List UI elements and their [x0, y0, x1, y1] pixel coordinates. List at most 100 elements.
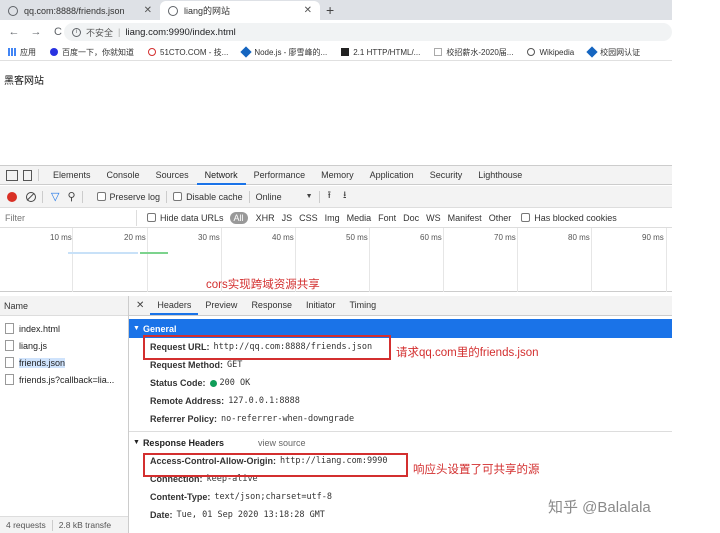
header-row-referrer-policy: Referrer Policy: no-referrer-when-downgra… — [150, 414, 355, 424]
type-filter-manifest[interactable]: Manifest — [448, 213, 482, 223]
filter-icon[interactable]: ▽ — [51, 190, 59, 203]
transfer-size: 2.8 kB transfe — [58, 520, 112, 530]
tab-sources[interactable]: Sources — [148, 166, 197, 185]
type-filter-css[interactable]: CSS — [299, 213, 318, 223]
address-bar[interactable]: i 不安全 | liang.com:9990/index.html — [64, 23, 672, 41]
divider — [38, 169, 39, 181]
back-button[interactable]: ← — [6, 26, 22, 38]
tab-console[interactable]: Console — [99, 166, 148, 185]
type-filter-all[interactable]: All — [229, 211, 248, 224]
export-icon[interactable]: ⭳ — [343, 188, 347, 205]
bookmark-salary[interactable]: 校招薪水-2020届... — [434, 47, 513, 58]
bookmark-apps[interactable]: 应用 — [8, 47, 36, 58]
tab-lighthouse[interactable]: Lighthouse — [470, 166, 530, 185]
checkbox-icon — [173, 192, 183, 201]
type-filter-font[interactable]: Font — [378, 213, 396, 223]
type-filter-media[interactable]: Media — [347, 213, 372, 223]
acao-highlight-box — [143, 453, 408, 477]
timeline-tick-label: 80 ms — [568, 233, 590, 242]
browser-tab-liang[interactable]: liang的网站 ✕ — [160, 1, 320, 20]
inspect-icon[interactable] — [6, 169, 18, 181]
close-tab-icon[interactable]: ✕ — [144, 5, 152, 16]
bookmark-wikipedia[interactable]: Wikipedia — [527, 48, 574, 57]
request-row[interactable]: liang.js — [0, 337, 128, 354]
throttle-select[interactable]: Online ▼ — [256, 192, 313, 202]
request-row[interactable]: friends.js?callback=lia... — [0, 371, 128, 388]
request-count: 4 requests — [6, 520, 46, 530]
name-column-header[interactable]: Name — [0, 296, 128, 316]
divider — [318, 190, 320, 203]
forward-button[interactable]: → — [28, 26, 44, 38]
globe-icon — [8, 5, 18, 16]
close-tab-icon[interactable]: ✕ — [304, 5, 312, 16]
info-icon[interactable]: i — [72, 27, 81, 37]
browser-tab-title: qq.com:8888/friends.json — [24, 5, 125, 16]
new-tab-button[interactable]: + — [326, 2, 334, 18]
tab-memory[interactable]: Memory — [313, 166, 362, 185]
request-list: Name index.html liang.js friends.json fr… — [0, 296, 129, 533]
tab-preview[interactable]: Preview — [198, 296, 244, 315]
bookmark-51cto[interactable]: 51CTO.COM - 技... — [148, 47, 228, 58]
tab-application[interactable]: Application — [362, 166, 422, 185]
disable-cache-checkbox[interactable]: Disable cache — [173, 192, 243, 202]
tab-network[interactable]: Network — [196, 166, 246, 185]
bookmark-baidu[interactable]: 百度一下，你就知道 — [50, 47, 134, 58]
triangle-down-icon: ▼ — [133, 439, 140, 446]
bookmark-nodejs[interactable]: Node.js - 廖雪峰的... — [240, 46, 327, 58]
filter-input[interactable] — [3, 209, 137, 226]
bookmarks-bar: 应用 百度一下，你就知道 51CTO.COM - 技... Node.js - … — [0, 44, 672, 61]
browser-toolbar: ← → C i 不安全 | liang.com:9990/index.html — [0, 20, 672, 44]
header-row-remote-address: Remote Address: 127.0.0.1:8888 — [150, 396, 300, 406]
tab-security[interactable]: Security — [422, 166, 471, 185]
tab-initiator[interactable]: Initiator — [299, 296, 343, 315]
bookmark-http[interactable]: 2.1 HTTP/HTML/... — [341, 48, 420, 57]
timeline-gridline — [72, 228, 73, 292]
bookmark-campus[interactable]: 校园网认证 — [586, 46, 640, 58]
chevron-down-icon: ▼ — [305, 193, 313, 200]
record-icon[interactable] — [7, 191, 17, 202]
tab-timing[interactable]: Timing — [342, 296, 383, 315]
blocked-cookies-checkbox[interactable]: Has blocked cookies — [521, 213, 617, 223]
view-source-link[interactable]: view source — [258, 438, 306, 448]
type-filter-xhr[interactable]: XHR — [256, 213, 275, 223]
network-filter-bar: Hide data URLs All XHR JS CSS Img Media … — [0, 208, 672, 228]
type-filter-img[interactable]: Img — [325, 213, 340, 223]
hide-data-urls-checkbox[interactable]: Hide data URLs — [147, 213, 224, 223]
request-url-highlight-box — [143, 335, 391, 360]
close-icon[interactable]: ✕ — [136, 300, 144, 311]
timeline-tick-label: 30 ms — [198, 233, 220, 242]
network-timeline-overview[interactable]: 10 ms 20 ms 30 ms 40 ms 50 ms 60 ms 70 m… — [0, 228, 672, 292]
timeline-tick-label: 10 ms — [50, 233, 72, 242]
timeline-tick-label: 70 ms — [494, 233, 516, 242]
type-filter-ws[interactable]: WS — [426, 213, 441, 223]
type-filter-doc[interactable]: Doc — [403, 213, 419, 223]
response-headers-section-header[interactable]: ▼ Response Headers view source — [129, 433, 672, 452]
tab-performance[interactable]: Performance — [246, 166, 314, 185]
divider — [248, 190, 250, 203]
request-row[interactable]: index.html — [0, 320, 128, 337]
header-row-status-code: Status Code: 200 OK — [150, 378, 251, 388]
timeline-tick-label: 60 ms — [420, 233, 442, 242]
timeline-tick-label: 90 ms — [642, 233, 664, 242]
tab-elements[interactable]: Elements — [45, 166, 99, 185]
clear-icon[interactable] — [26, 191, 36, 202]
search-icon[interactable]: ⚲ — [67, 190, 75, 203]
divider — [81, 190, 83, 203]
type-filter-js[interactable]: JS — [282, 213, 293, 223]
timeline-gridline — [443, 228, 444, 292]
wikipedia-icon — [527, 48, 536, 56]
divider — [129, 431, 672, 432]
timeline-request-bar — [68, 252, 138, 254]
timeline-gridline — [666, 228, 667, 292]
browser-tab-qq[interactable]: qq.com:8888/friends.json ✕ — [0, 1, 160, 20]
tab-headers[interactable]: Headers — [150, 296, 199, 315]
tab-response[interactable]: Response — [244, 296, 299, 315]
import-icon[interactable]: ⭱ — [328, 188, 332, 205]
type-filter-other[interactable]: Other — [489, 213, 512, 223]
device-toolbar-icon[interactable] — [23, 169, 32, 181]
address-separator: | — [118, 27, 121, 37]
address-url[interactable]: liang.com:9990/index.html — [125, 27, 235, 38]
preserve-log-checkbox[interactable]: Preserve log — [96, 192, 160, 202]
request-row-selected[interactable]: friends.json — [0, 354, 128, 371]
timeline-gridline — [147, 228, 148, 292]
